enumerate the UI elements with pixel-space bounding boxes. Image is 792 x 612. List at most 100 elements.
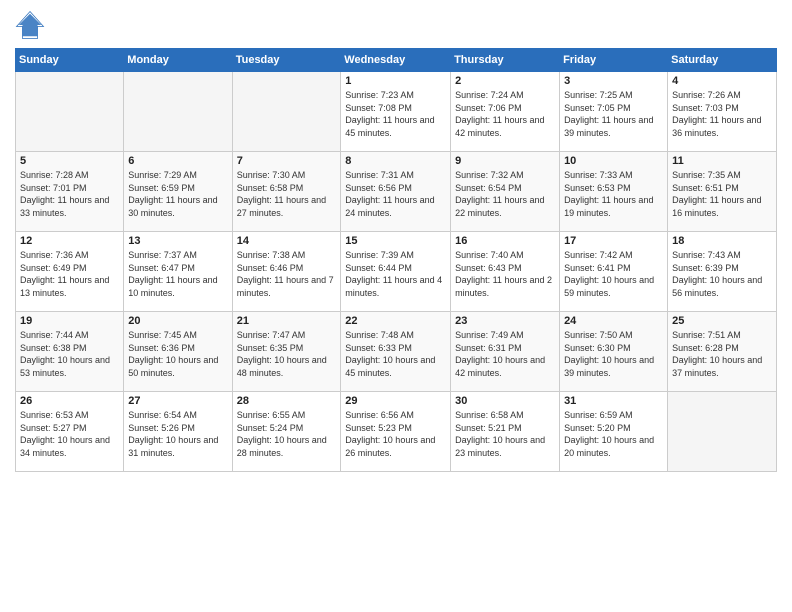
weekday-header-friday: Friday: [560, 49, 668, 72]
calendar-cell: 11 Sunrise: 7:35 AMSunset: 6:51 PMDayligh…: [668, 152, 777, 232]
day-number: 19: [20, 315, 119, 327]
day-number: 23: [455, 315, 555, 327]
day-info: Sunrise: 7:45 AMSunset: 6:36 PMDaylight:…: [128, 329, 227, 379]
calendar-cell: 26 Sunrise: 6:53 AMSunset: 5:27 PMDayligh…: [16, 392, 124, 472]
day-info: Sunrise: 7:23 AMSunset: 7:08 PMDaylight:…: [345, 89, 446, 139]
calendar-cell: 9 Sunrise: 7:32 AMSunset: 6:54 PMDaylight…: [451, 152, 560, 232]
day-number: 27: [128, 395, 227, 407]
calendar-cell: 7 Sunrise: 7:30 AMSunset: 6:58 PMDaylight…: [232, 152, 341, 232]
day-info: Sunrise: 7:43 AMSunset: 6:39 PMDaylight:…: [672, 249, 772, 299]
week-row-2: 5 Sunrise: 7:28 AMSunset: 7:01 PMDaylight…: [16, 152, 777, 232]
calendar-cell: 6Sunrise: 7:29 AMSunset: 6:59 PMDaylight…: [124, 152, 232, 232]
day-info: Sunrise: 7:40 AMSunset: 6:43 PMDaylight:…: [455, 249, 555, 299]
calendar-cell: [668, 392, 777, 472]
day-info: Sunrise: 7:50 AMSunset: 6:30 PMDaylight:…: [564, 329, 663, 379]
day-info: Sunrise: 7:44 AMSunset: 6:38 PMDaylight:…: [20, 329, 119, 379]
day-info: Sunrise: 7:30 AMSunset: 6:58 PMDaylight:…: [237, 169, 337, 219]
day-number: 7: [237, 155, 337, 167]
day-number: 3: [564, 75, 663, 87]
calendar-cell: 23 Sunrise: 7:49 AMSunset: 6:31 PMDayligh…: [451, 312, 560, 392]
calendar-cell: 2 Sunrise: 7:24 AMSunset: 7:06 PMDaylight…: [451, 72, 560, 152]
calendar-cell: 1 Sunrise: 7:23 AMSunset: 7:08 PMDaylight…: [341, 72, 451, 152]
calendar-cell: 5 Sunrise: 7:28 AMSunset: 7:01 PMDaylight…: [16, 152, 124, 232]
week-row-4: 19 Sunrise: 7:44 AMSunset: 6:38 PMDayligh…: [16, 312, 777, 392]
day-number: 4: [672, 75, 772, 87]
day-number: 5: [20, 155, 119, 167]
calendar-cell: 29 Sunrise: 6:56 AMSunset: 5:23 PMDayligh…: [341, 392, 451, 472]
calendar-cell: 21 Sunrise: 7:47 AMSunset: 6:35 PMDayligh…: [232, 312, 341, 392]
day-info: Sunrise: 6:55 AMSunset: 5:24 PMDaylight:…: [237, 409, 337, 459]
logo: [15, 10, 49, 40]
day-number: 14: [237, 235, 337, 247]
day-number: 11: [672, 155, 772, 167]
calendar-cell: 30 Sunrise: 6:58 AMSunset: 5:21 PMDayligh…: [451, 392, 560, 472]
day-info: Sunrise: 7:33 AMSunset: 6:53 PMDaylight:…: [564, 169, 663, 219]
calendar-cell: 24Sunrise: 7:50 AMSunset: 6:30 PMDayligh…: [560, 312, 668, 392]
calendar-page: SundayMondayTuesdayWednesdayThursdayFrid…: [0, 0, 792, 612]
logo-icon: [15, 10, 45, 40]
weekday-header-sunday: Sunday: [16, 49, 124, 72]
weekday-header-monday: Monday: [124, 49, 232, 72]
day-info: Sunrise: 7:28 AMSunset: 7:01 PMDaylight:…: [20, 169, 119, 219]
day-number: 30: [455, 395, 555, 407]
weekday-header-row: SundayMondayTuesdayWednesdayThursdayFrid…: [16, 49, 777, 72]
calendar-cell: 17Sunrise: 7:42 AMSunset: 6:41 PMDayligh…: [560, 232, 668, 312]
day-number: 13: [128, 235, 227, 247]
calendar-cell: 27Sunrise: 6:54 AMSunset: 5:26 PMDayligh…: [124, 392, 232, 472]
calendar-cell: 16 Sunrise: 7:40 AMSunset: 6:43 PMDayligh…: [451, 232, 560, 312]
day-info: Sunrise: 7:48 AMSunset: 6:33 PMDaylight:…: [345, 329, 446, 379]
calendar-cell: 31Sunrise: 6:59 AMSunset: 5:20 PMDayligh…: [560, 392, 668, 472]
day-number: 2: [455, 75, 555, 87]
day-info: Sunrise: 7:31 AMSunset: 6:56 PMDaylight:…: [345, 169, 446, 219]
calendar-cell: 28 Sunrise: 6:55 AMSunset: 5:24 PMDayligh…: [232, 392, 341, 472]
calendar-cell: 14 Sunrise: 7:38 AMSunset: 6:46 PMDayligh…: [232, 232, 341, 312]
weekday-header-thursday: Thursday: [451, 49, 560, 72]
calendar-cell: 22 Sunrise: 7:48 AMSunset: 6:33 PMDayligh…: [341, 312, 451, 392]
day-info: Sunrise: 7:26 AMSunset: 7:03 PMDaylight:…: [672, 89, 772, 139]
day-info: Sunrise: 6:58 AMSunset: 5:21 PMDaylight:…: [455, 409, 555, 459]
day-number: 31: [564, 395, 663, 407]
day-info: Sunrise: 7:49 AMSunset: 6:31 PMDaylight:…: [455, 329, 555, 379]
calendar-cell: 19 Sunrise: 7:44 AMSunset: 6:38 PMDayligh…: [16, 312, 124, 392]
day-info: Sunrise: 6:56 AMSunset: 5:23 PMDaylight:…: [345, 409, 446, 459]
calendar-cell: 4 Sunrise: 7:26 AMSunset: 7:03 PMDaylight…: [668, 72, 777, 152]
calendar-cell: 12Sunrise: 7:36 AMSunset: 6:49 PMDayligh…: [16, 232, 124, 312]
day-info: Sunrise: 7:39 AMSunset: 6:44 PMDaylight:…: [345, 249, 446, 299]
day-number: 1: [345, 75, 446, 87]
calendar-cell: [16, 72, 124, 152]
day-info: Sunrise: 7:24 AMSunset: 7:06 PMDaylight:…: [455, 89, 555, 139]
day-info: Sunrise: 7:36 AMSunset: 6:49 PMDaylight:…: [20, 249, 119, 299]
day-number: 29: [345, 395, 446, 407]
day-number: 21: [237, 315, 337, 327]
day-number: 22: [345, 315, 446, 327]
day-number: 26: [20, 395, 119, 407]
calendar-cell: 18Sunrise: 7:43 AMSunset: 6:39 PMDayligh…: [668, 232, 777, 312]
day-info: Sunrise: 7:35 AMSunset: 6:51 PMDaylight:…: [672, 169, 772, 219]
day-info: Sunrise: 7:25 AMSunset: 7:05 PMDaylight:…: [564, 89, 663, 139]
day-number: 25: [672, 315, 772, 327]
weekday-header-tuesday: Tuesday: [232, 49, 341, 72]
weekday-header-wednesday: Wednesday: [341, 49, 451, 72]
day-info: Sunrise: 7:47 AMSunset: 6:35 PMDaylight:…: [237, 329, 337, 379]
day-number: 20: [128, 315, 227, 327]
day-info: Sunrise: 7:42 AMSunset: 6:41 PMDaylight:…: [564, 249, 663, 299]
day-number: 28: [237, 395, 337, 407]
day-info: Sunrise: 7:37 AMSunset: 6:47 PMDaylight:…: [128, 249, 227, 299]
day-number: 16: [455, 235, 555, 247]
day-number: 6: [128, 155, 227, 167]
calendar-cell: 25 Sunrise: 7:51 AMSunset: 6:28 PMDayligh…: [668, 312, 777, 392]
weekday-header-saturday: Saturday: [668, 49, 777, 72]
week-row-5: 26 Sunrise: 6:53 AMSunset: 5:27 PMDayligh…: [16, 392, 777, 472]
week-row-1: 1 Sunrise: 7:23 AMSunset: 7:08 PMDaylight…: [16, 72, 777, 152]
header: [15, 10, 777, 40]
day-info: Sunrise: 7:51 AMSunset: 6:28 PMDaylight:…: [672, 329, 772, 379]
day-info: Sunrise: 6:53 AMSunset: 5:27 PMDaylight:…: [20, 409, 119, 459]
day-info: Sunrise: 7:38 AMSunset: 6:46 PMDaylight:…: [237, 249, 337, 299]
day-number: 10: [564, 155, 663, 167]
day-number: 15: [345, 235, 446, 247]
week-row-3: 12Sunrise: 7:36 AMSunset: 6:49 PMDayligh…: [16, 232, 777, 312]
day-number: 9: [455, 155, 555, 167]
calendar-cell: 10 Sunrise: 7:33 AMSunset: 6:53 PMDayligh…: [560, 152, 668, 232]
calendar-cell: [232, 72, 341, 152]
day-info: Sunrise: 7:32 AMSunset: 6:54 PMDaylight:…: [455, 169, 555, 219]
